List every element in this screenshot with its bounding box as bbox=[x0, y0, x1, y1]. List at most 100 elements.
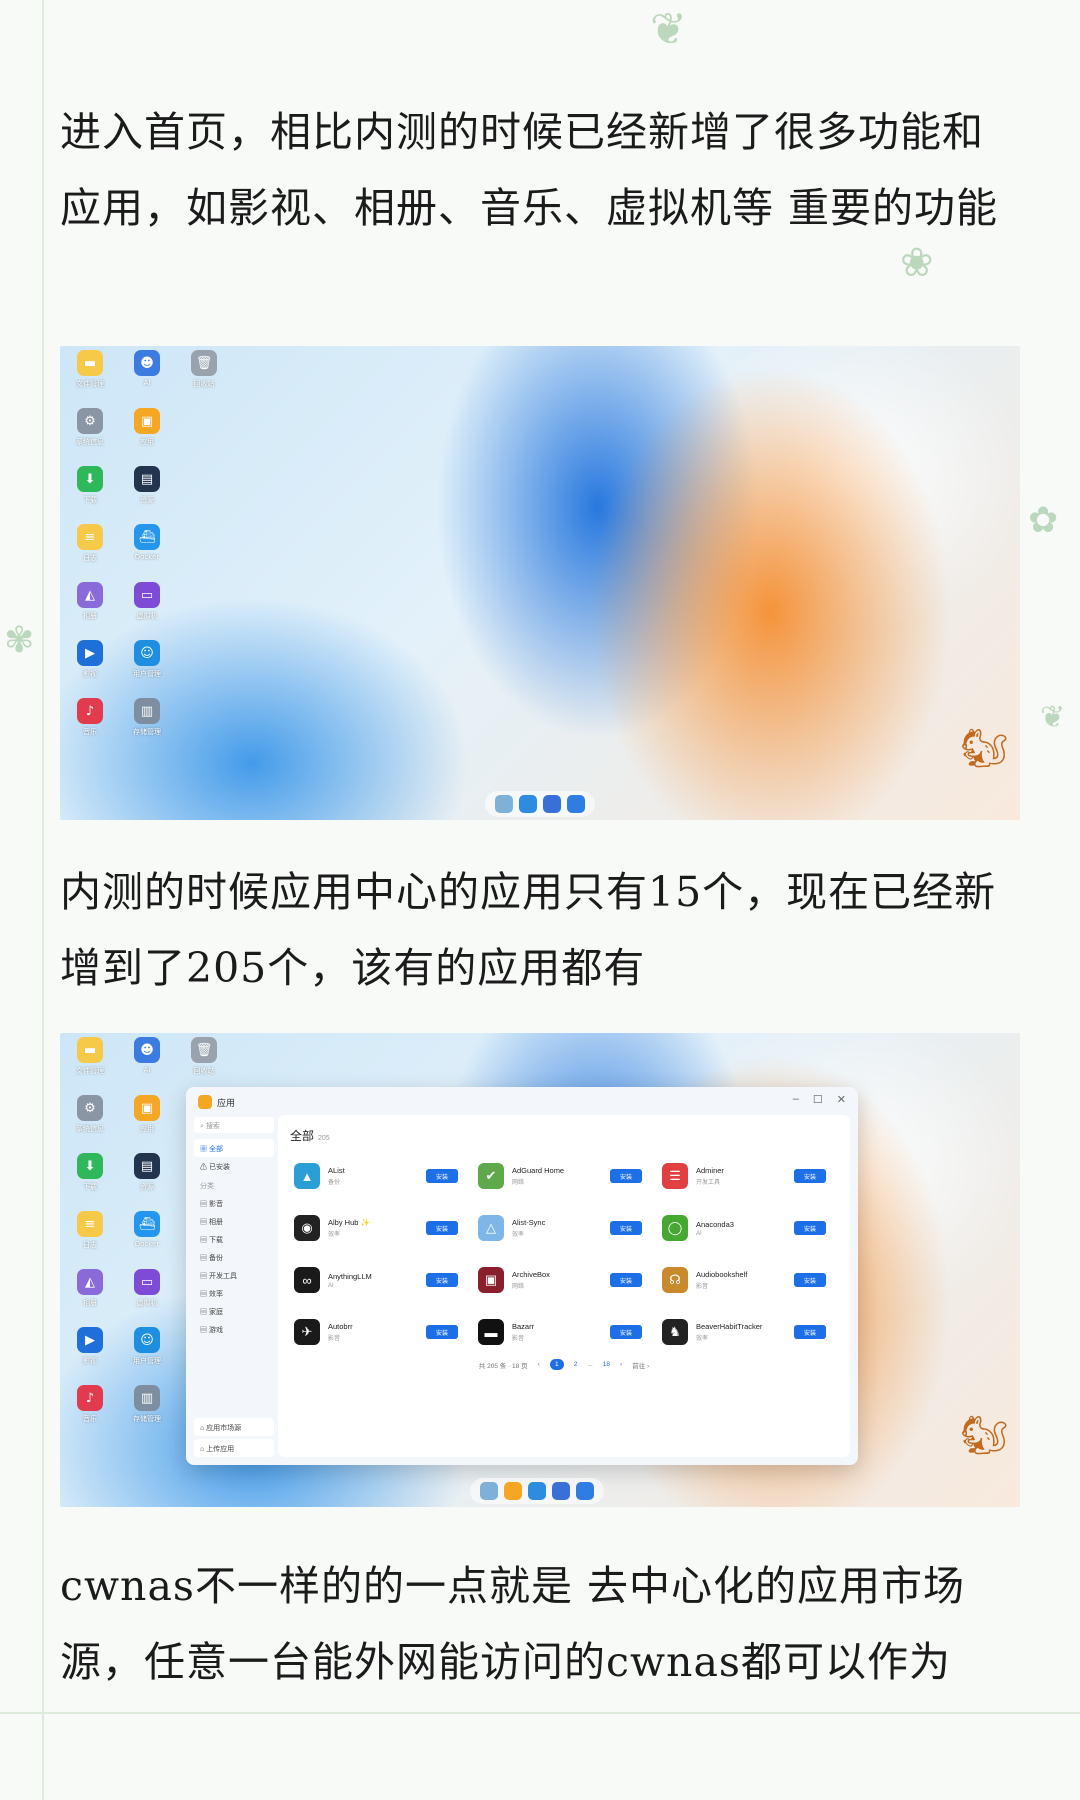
desktop-icon[interactable]: ☻ AI bbox=[129, 1037, 165, 1074]
sidebar-footer-item[interactable]: ⌂ 应用市场源 bbox=[194, 1418, 274, 1436]
bird-icon: ✈ bbox=[294, 1319, 320, 1345]
app-card[interactable]: ∞ AnythingLLM AI 安装 bbox=[288, 1257, 472, 1303]
next-page-button[interactable]: › bbox=[620, 1361, 622, 1368]
dock-app-icon[interactable] bbox=[519, 795, 537, 813]
sidebar-category-item[interactable]: ▤ 游戏 bbox=[194, 1320, 274, 1338]
jump-page-button[interactable]: 前往 › bbox=[632, 1360, 649, 1370]
desktop-icon-label: 影视 bbox=[83, 1357, 97, 1365]
dock-app-icon[interactable] bbox=[567, 795, 585, 813]
dock-app-icon[interactable] bbox=[495, 795, 513, 813]
install-button[interactable]: 安装 bbox=[610, 1221, 642, 1235]
sidebar-category-item[interactable]: ▤ 备份 bbox=[194, 1248, 274, 1266]
app-card[interactable]: ▬ Bazarr 影音 安装 bbox=[472, 1309, 656, 1355]
app-card[interactable]: ◉ Alby Hub ✨ 效率 安装 bbox=[288, 1205, 472, 1251]
app-card[interactable]: ✈ Autobrr 影音 安装 bbox=[288, 1309, 472, 1355]
desktop-icon[interactable]: ▥ 存储管理 bbox=[129, 698, 165, 737]
install-button[interactable]: 安装 bbox=[610, 1169, 642, 1183]
maximize-icon[interactable]: ☐ bbox=[813, 1093, 823, 1106]
desktop-icon[interactable]: ▤ 资源 bbox=[129, 1153, 165, 1192]
app-card[interactable]: △ Alist-Sync 效率 安装 bbox=[472, 1205, 656, 1251]
desktop-icon[interactable]: ▣ 应用 bbox=[129, 408, 165, 447]
page-1-button[interactable]: 1 bbox=[549, 1359, 564, 1370]
desktop-icon[interactable]: ⚙ 系统信息 bbox=[72, 1095, 108, 1134]
desktop-icon[interactable]: ☻ AI bbox=[129, 350, 165, 387]
desktop-icon[interactable]: ♪ 音乐 bbox=[72, 1385, 108, 1424]
folder-icon: ▬ bbox=[77, 1037, 103, 1063]
dock-app-icon[interactable] bbox=[552, 1482, 570, 1500]
app-center-sidebar: ⌕ 搜索 ▦ 全部 ⚠ 已安装 分类 ▤ 影音 ▤ 相册 ▤ 下载 ▤ 备份 ▤ 开发工具… bbox=[194, 1117, 274, 1457]
taskbar-dock[interactable] bbox=[485, 791, 595, 817]
page-2-button[interactable]: 2 bbox=[574, 1361, 578, 1368]
app-card[interactable]: ▲ AList 备份 安装 bbox=[288, 1153, 472, 1199]
prev-page-button[interactable]: ‹ bbox=[538, 1361, 540, 1368]
search-input[interactable]: ⌕ 搜索 bbox=[194, 1117, 274, 1133]
desktop-icon[interactable]: ▶ 影视 bbox=[72, 640, 108, 679]
app-card[interactable]: ☊ Audiobookshelf 影音 安装 bbox=[656, 1257, 840, 1303]
sidebar-nav-item[interactable]: ▦ 全部 bbox=[194, 1139, 274, 1157]
app-card-text: Autobrr 影音 bbox=[328, 1322, 426, 1342]
desktop-icon[interactable]: 🗑 回收站 bbox=[186, 1037, 222, 1076]
dock-app-icon[interactable] bbox=[576, 1482, 594, 1500]
app-card[interactable]: ☰ Adminer 开发工具 安装 bbox=[656, 1153, 840, 1199]
app-card-text: ArchiveBox 网络 bbox=[512, 1270, 610, 1290]
desktop-icon[interactable]: ▬ 文件管理 bbox=[72, 350, 108, 389]
desktop-icon[interactable]: ♪ 音乐 bbox=[72, 698, 108, 737]
sidebar-category-item[interactable]: ▤ 家庭 bbox=[194, 1302, 274, 1320]
sidebar-category-item[interactable]: ▤ 开发工具 bbox=[194, 1266, 274, 1284]
app-card[interactable]: ✔ AdGuard Home 网络 安装 bbox=[472, 1153, 656, 1199]
dock-app-icon[interactable] bbox=[528, 1482, 546, 1500]
install-button[interactable]: 安装 bbox=[794, 1325, 826, 1339]
app-card[interactable]: ◯ Anaconda3 AI 安装 bbox=[656, 1205, 840, 1251]
desktop-icon[interactable]: ▭ 虚拟机 bbox=[129, 582, 165, 621]
desktop-icon[interactable]: ⛴ Docker bbox=[129, 524, 165, 561]
install-button[interactable]: 安装 bbox=[794, 1169, 826, 1183]
close-icon[interactable]: ✕ bbox=[837, 1093, 846, 1106]
desktop-icon[interactable]: ▤ 资源 bbox=[129, 466, 165, 505]
install-button[interactable]: 安装 bbox=[610, 1325, 642, 1339]
app-card-text: Adminer 开发工具 bbox=[696, 1166, 794, 1186]
install-button[interactable]: 安装 bbox=[794, 1273, 826, 1287]
desktop-icon[interactable]: ⛴ Docker bbox=[129, 1211, 165, 1248]
desktop-icon-label: 相册 bbox=[83, 1299, 97, 1307]
app-card[interactable]: ♞ BeaverHabitTracker 效率 安装 bbox=[656, 1309, 840, 1355]
install-button[interactable]: 安装 bbox=[426, 1169, 458, 1183]
dock-app-icon[interactable] bbox=[480, 1482, 498, 1500]
sidebar-category-item[interactable]: ▤ 下载 bbox=[194, 1230, 274, 1248]
install-button[interactable]: 安装 bbox=[610, 1273, 642, 1287]
desktop-icon[interactable]: ▶ 影视 bbox=[72, 1327, 108, 1366]
taskbar-dock[interactable] bbox=[470, 1478, 604, 1504]
app-category: 网络 bbox=[512, 1180, 525, 1186]
desktop-icon[interactable]: ☺ 用户管理 bbox=[129, 640, 165, 679]
desktop-icon[interactable]: 🗑 回收站 bbox=[186, 350, 222, 389]
install-button[interactable]: 安装 bbox=[426, 1325, 458, 1339]
install-button[interactable]: 安装 bbox=[794, 1221, 826, 1235]
window-controls: – ☐ ✕ bbox=[793, 1093, 846, 1106]
desktop-icon[interactable]: ≡ 日志 bbox=[72, 524, 108, 563]
install-button[interactable]: 安装 bbox=[426, 1273, 458, 1287]
sidebar-category-item[interactable]: ▤ 影音 bbox=[194, 1194, 274, 1212]
desktop-icon-label: 用户管理 bbox=[133, 670, 161, 678]
desktop-icon[interactable]: ◭ 相册 bbox=[72, 582, 108, 621]
desktop-icon[interactable]: ◭ 相册 bbox=[72, 1269, 108, 1308]
desktop-icon[interactable]: ▭ 虚拟机 bbox=[129, 1269, 165, 1308]
install-button[interactable]: 安装 bbox=[426, 1221, 458, 1235]
desktop-icon[interactable]: ⚙ 系统信息 bbox=[72, 408, 108, 447]
desktop-icon[interactable]: ▥ 存储管理 bbox=[129, 1385, 165, 1424]
desktop-icon[interactable]: ⬇ 下载 bbox=[72, 466, 108, 505]
desktop-icon[interactable]: ▬ 文件管理 bbox=[72, 1037, 108, 1076]
desktop-icon[interactable]: ▣ 应用 bbox=[129, 1095, 165, 1134]
sidebar-nav-item[interactable]: ⚠ 已安装 bbox=[194, 1157, 274, 1175]
desktop-icon-label: 存储管理 bbox=[133, 728, 161, 736]
sidebar-footer-item[interactable]: ⌂ 上传应用 bbox=[194, 1439, 274, 1457]
desktop-icon[interactable]: ⬇ 下载 bbox=[72, 1153, 108, 1192]
sidebar-category-item[interactable]: ▤ 效率 bbox=[194, 1284, 274, 1302]
desktop-icon-label: 相册 bbox=[83, 612, 97, 620]
minimize-icon[interactable]: – bbox=[793, 1093, 799, 1106]
dock-app-icon[interactable] bbox=[504, 1482, 522, 1500]
dock-app-icon[interactable] bbox=[543, 795, 561, 813]
sidebar-category-item[interactable]: ▤ 相册 bbox=[194, 1212, 274, 1230]
page-18-button[interactable]: 18 bbox=[603, 1361, 610, 1368]
app-card[interactable]: ▣ ArchiveBox 网络 安装 bbox=[472, 1257, 656, 1303]
desktop-icon[interactable]: ≡ 日志 bbox=[72, 1211, 108, 1250]
desktop-icon[interactable]: ☺ 用户管理 bbox=[129, 1327, 165, 1366]
